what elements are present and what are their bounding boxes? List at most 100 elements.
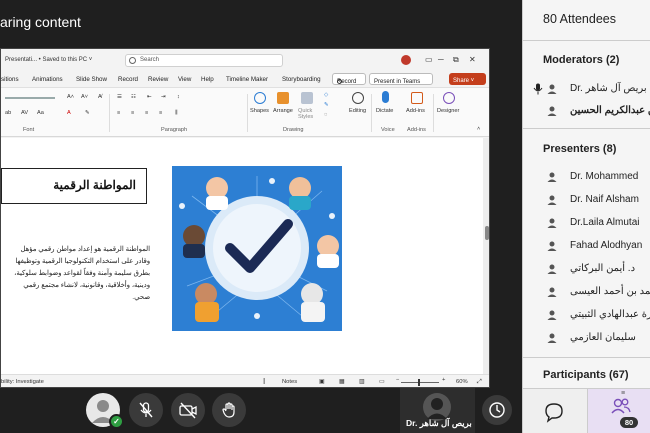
- addins-label[interactable]: Add-ins: [406, 108, 425, 114]
- document-title[interactable]: Presentati... • Saved to this PC ˅: [5, 57, 92, 63]
- font-name-box[interactable]: [5, 97, 55, 99]
- participants-section-title[interactable]: Participants (67): [543, 369, 629, 381]
- present-in-teams-button[interactable]: Present in Teams: [369, 73, 433, 85]
- zoom-level[interactable]: 60%: [456, 379, 468, 385]
- shapes-label[interactable]: Shapes: [250, 108, 269, 114]
- presenter-row[interactable]: د. أيمن البركاتي: [523, 259, 650, 281]
- grow-font-icon[interactable]: A˄: [67, 94, 74, 100]
- people-tab-button[interactable]: ≡ 80: [587, 389, 650, 433]
- shared-powerpoint-window: Presentati... • Saved to this PC ˅ Searc…: [0, 48, 490, 388]
- presenter-row[interactable]: سارة عبدالهادي الثبيتي: [523, 305, 650, 327]
- present-in-teams-label: Present in Teams: [374, 79, 421, 85]
- minimize-icon[interactable]: ─: [438, 55, 444, 64]
- self-video-tile[interactable]: Dr. بريص آل شاهر: [400, 388, 475, 433]
- shape-outline-icon[interactable]: ✎: [324, 102, 329, 108]
- notes-button[interactable]: Notes: [282, 379, 297, 385]
- menu-storyboarding[interactable]: Storyboarding: [282, 76, 321, 83]
- normal-view-icon[interactable]: ▣: [319, 379, 324, 385]
- slide-scrollbar[interactable]: [483, 138, 489, 374]
- columns-icon[interactable]: ⫼: [175, 110, 178, 117]
- presenter-row[interactable]: Dr. Naif Alsham: [523, 190, 650, 212]
- close-icon[interactable]: ✕: [469, 55, 476, 64]
- scrollbar-thumb[interactable]: [485, 226, 489, 240]
- presenter-row[interactable]: Dr. Mohammed: [523, 167, 650, 189]
- presenter-row[interactable]: محمد بن أحمد العيسى: [523, 282, 650, 304]
- chat-icon[interactable]: [543, 401, 565, 423]
- editing-label[interactable]: Editing: [349, 108, 366, 114]
- restore-icon[interactable]: ⧉: [453, 55, 459, 65]
- slide-body-text[interactable]: المواطنة الرقمية هو إعداد مواطن رقمي مؤه…: [6, 244, 150, 304]
- justify-icon[interactable]: ≡: [159, 110, 162, 116]
- presenter-row[interactable]: سليمان العازمي: [523, 328, 650, 350]
- meeting-timer-button[interactable]: [482, 395, 512, 425]
- search-placeholder: Search: [140, 57, 160, 63]
- spacing-icon[interactable]: AV: [21, 110, 28, 116]
- moderator-row[interactable]: Dr. بريص آل شاهر: [523, 79, 650, 101]
- zoom-out-icon[interactable]: −: [396, 377, 399, 383]
- collapse-ribbon-icon[interactable]: ˄: [477, 126, 480, 132]
- case-icon[interactable]: Aa: [37, 110, 44, 116]
- presenter-row[interactable]: Dr.Laila Almutai: [523, 213, 650, 235]
- quick-styles-icon[interactable]: [301, 92, 313, 104]
- dictate-label[interactable]: Dictate: [376, 108, 393, 114]
- share-button[interactable]: Share ˅: [449, 73, 486, 85]
- more-dots-icon: ≡: [621, 390, 626, 397]
- arrange-label[interactable]: Arrange: [273, 108, 293, 114]
- account-avatar[interactable]: [401, 55, 411, 65]
- line-spacing-icon[interactable]: ↕: [177, 94, 180, 100]
- highlight-icon[interactable]: ✎: [85, 110, 90, 116]
- available-check-icon: ✓: [109, 414, 124, 429]
- people-icon: [611, 398, 631, 414]
- arrange-icon[interactable]: [277, 92, 289, 104]
- presenter-name: د. أيمن البركاتي: [570, 263, 636, 274]
- moderator-row[interactable]: د بن عبدالكريم الحسين: [523, 101, 650, 123]
- shapes-icon[interactable]: [254, 92, 266, 104]
- align-center-icon[interactable]: ≡: [131, 110, 134, 116]
- menu-transitions[interactable]: sitions: [1, 76, 19, 83]
- designer-label[interactable]: Designer: [437, 108, 459, 114]
- ppt-search-box[interactable]: Search: [125, 54, 283, 67]
- slide-sorter-icon[interactable]: ▦: [339, 379, 344, 385]
- accessibility-status[interactable]: bility: Investigate: [1, 379, 44, 385]
- numbering-icon[interactable]: ☷: [131, 94, 136, 100]
- editing-search-icon[interactable]: [352, 92, 364, 104]
- menu-slide-show[interactable]: Slide Show: [76, 76, 107, 83]
- slide[interactable]: المواطنة الرقمية المواطنة الرقمية هو إعد…: [1, 138, 483, 374]
- shape-effects-icon[interactable]: ◌: [324, 112, 327, 118]
- menu-animations[interactable]: Animations: [32, 76, 63, 83]
- outdent-icon[interactable]: ⇥: [161, 94, 166, 100]
- font-color-icon[interactable]: A: [67, 110, 71, 116]
- ribbon-display-icon[interactable]: ▭: [425, 55, 433, 64]
- shape-fill-icon[interactable]: ◇: [324, 92, 328, 98]
- menu-review[interactable]: Review: [148, 76, 168, 83]
- strike-icon[interactable]: ab: [5, 110, 11, 116]
- designer-icon[interactable]: [443, 92, 455, 104]
- slide-title-box[interactable]: المواطنة الرقمية: [1, 168, 147, 204]
- quick-styles-label[interactable]: Quick Styles: [298, 108, 322, 120]
- presenters-section-title[interactable]: Presenters (8): [543, 143, 616, 155]
- raise-hand-button[interactable]: [212, 393, 246, 427]
- shrink-font-icon[interactable]: A˅: [81, 94, 88, 100]
- presenter-row[interactable]: Fahad Alodhyan: [523, 236, 650, 258]
- menu-timeline-maker[interactable]: Timeline Maker: [226, 76, 268, 83]
- menu-record[interactable]: Record: [118, 76, 138, 83]
- align-right-icon[interactable]: ≡: [145, 110, 148, 116]
- moderators-section-title[interactable]: Moderators (2): [543, 54, 619, 66]
- mic-muted-button[interactable]: [129, 393, 163, 427]
- slideshow-view-icon[interactable]: ▭: [379, 379, 384, 385]
- indent-icon[interactable]: ⇤: [147, 94, 152, 100]
- zoom-slider[interactable]: [401, 382, 439, 383]
- clear-format-icon[interactable]: A̸: [98, 94, 102, 100]
- bullets-icon[interactable]: ☰: [117, 94, 122, 100]
- dictate-mic-icon[interactable]: [382, 91, 389, 103]
- camera-off-button[interactable]: [171, 393, 205, 427]
- reading-view-icon[interactable]: ▥: [359, 379, 364, 385]
- menu-help[interactable]: Help: [201, 76, 214, 83]
- zoom-slider-knob[interactable]: [418, 379, 420, 386]
- align-left-icon[interactable]: ≡: [117, 110, 120, 116]
- addins-icon[interactable]: [411, 92, 423, 104]
- fit-to-window-icon[interactable]: ⤢: [477, 379, 482, 386]
- menu-view[interactable]: View: [178, 76, 191, 83]
- zoom-in-icon[interactable]: +: [442, 377, 445, 383]
- record-button[interactable]: Record: [332, 73, 366, 85]
